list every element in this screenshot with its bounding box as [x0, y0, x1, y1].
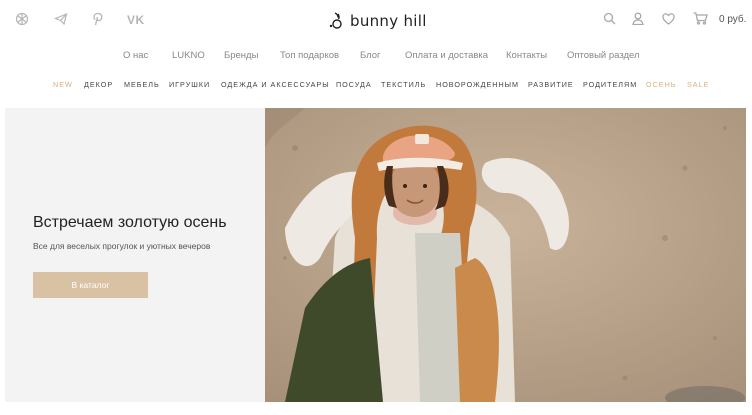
category-tableware[interactable]: ПОСУДА: [336, 80, 372, 89]
main-nav-about[interactable]: О нас: [123, 50, 148, 61]
hero-subtitle: Все для веселых прогулок и уютных вечеро…: [33, 241, 211, 251]
heart-icon[interactable]: [662, 12, 675, 30]
category-newborns[interactable]: НОВОРОЖДЕННЫМ: [436, 80, 519, 89]
main-nav-top-gifts[interactable]: Топ подарков: [280, 50, 339, 61]
bunny-logo-icon: [329, 12, 342, 29]
cart-icon[interactable]: [693, 12, 708, 30]
cart-total[interactable]: 0 руб.: [719, 14, 746, 25]
main-nav-blog[interactable]: Блог: [360, 50, 381, 61]
logo[interactable]: bunny hill: [329, 12, 427, 30]
main-nav-contacts[interactable]: Контакты: [506, 50, 547, 61]
category-sale[interactable]: SALE: [687, 80, 709, 89]
category-new[interactable]: NEW: [53, 80, 73, 89]
telegram-icon[interactable]: [54, 12, 68, 26]
category-toys[interactable]: ИГРУШКИ: [169, 80, 210, 89]
category-textile[interactable]: ТЕКСТИЛЬ: [381, 80, 426, 89]
logo-text: bunny hill: [350, 12, 427, 30]
category-development[interactable]: РАЗВИТИЕ: [528, 80, 574, 89]
search-icon[interactable]: [603, 12, 616, 30]
category-nav: NEW ДЕКОР МЕБЕЛЬ ИГРУШКИ ОДЕЖДА И АКСЕСС…: [0, 80, 752, 92]
pinterest-icon[interactable]: [92, 12, 104, 26]
hero-text-panel: Встречаем золотую осень Все для веселых …: [5, 108, 265, 402]
category-furniture[interactable]: МЕБЕЛЬ: [124, 80, 160, 89]
globe-icon[interactable]: [15, 12, 29, 26]
main-nav-wholesale[interactable]: Оптовый раздел: [567, 50, 640, 61]
main-nav-payment-delivery[interactable]: Оплата и доставка: [405, 50, 488, 61]
hero-photo[interactable]: [265, 108, 746, 402]
main-nav: О нас LUKNO Бренды Топ подарков Блог Опл…: [0, 50, 752, 64]
category-clothes-accessories[interactable]: ОДЕЖДА И АКСЕССУАРЫ: [221, 80, 330, 89]
category-parents[interactable]: РОДИТЕЛЯМ: [583, 80, 637, 89]
main-nav-brands[interactable]: Бренды: [224, 50, 258, 61]
hero-title: Встречаем золотую осень: [33, 214, 227, 231]
hero-banner: Встречаем золотую осень Все для веселых …: [5, 108, 746, 402]
vk-icon[interactable]: VK: [127, 13, 145, 27]
category-autumn[interactable]: ОСЕНЬ: [646, 80, 676, 89]
category-decor[interactable]: ДЕКОР: [84, 80, 113, 89]
catalog-button[interactable]: В каталог: [33, 272, 148, 298]
header: VK bunny hill 0 руб.: [0, 0, 752, 40]
main-nav-lukno[interactable]: LUKNO: [172, 50, 205, 61]
user-icon[interactable]: [632, 12, 644, 30]
